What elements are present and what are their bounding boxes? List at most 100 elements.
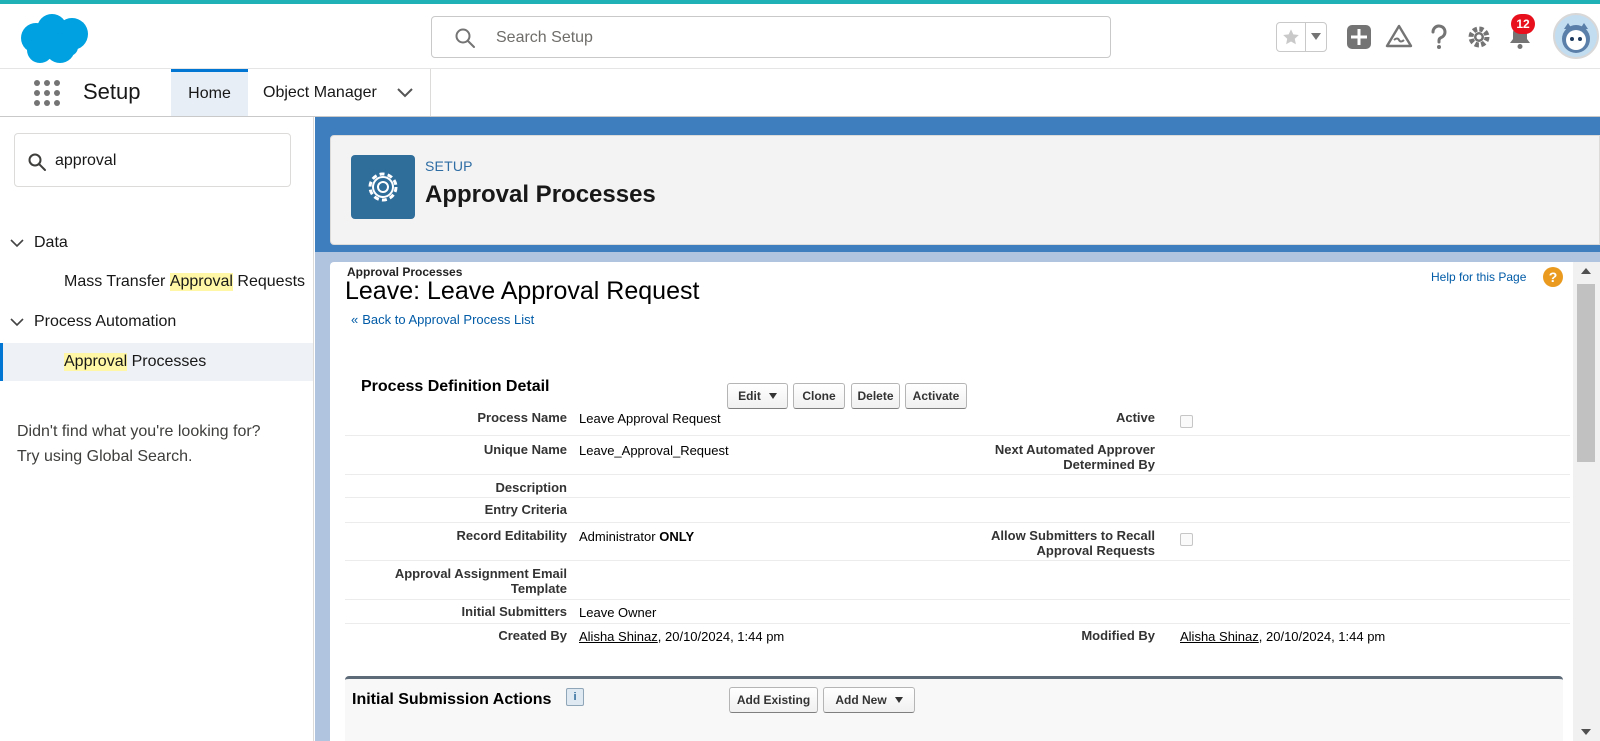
add-existing-button[interactable]: Add Existing [729,687,818,713]
user-avatar[interactable] [1553,13,1599,59]
vertical-scrollbar[interactable] [1573,262,1600,741]
back-to-list-link[interactable]: «Back to Approval Process List [351,312,534,327]
field-label: Active [1115,410,1155,425]
help-button[interactable] [1424,22,1454,52]
field-label: Entry Criteria [484,502,567,517]
scroll-thumb[interactable] [1577,284,1595,462]
field-value: Leave Approval Request [579,411,721,426]
global-header: 12 [0,4,1600,68]
page-eyebrow: SETUP [425,158,473,174]
field-value-text: Administrator [579,529,656,544]
detail-row: Description [345,475,1570,498]
sidebar-item-approval-processes[interactable]: Approval Processes [0,343,313,381]
astro-avatar-icon [1562,23,1590,53]
quick-find-input[interactable] [55,150,280,172]
field-value: Leave Owner [579,605,657,620]
global-search[interactable] [431,16,1111,58]
page-title: Approval Processes [425,181,656,208]
setup-sidebar: Data Mass Transfer Approval Requests Pro… [0,117,314,741]
back-arrow: « [351,312,359,327]
quick-find-box[interactable] [14,133,291,187]
detail-row: Entry Criteria [345,498,1570,523]
favorites-group [1276,22,1327,52]
trailhead-icon [1385,24,1413,48]
global-actions-button[interactable] [1344,22,1374,52]
field-label: Initial Submitters [461,604,567,619]
active-checkbox [1180,415,1193,431]
back-link-label: Back to Approval Process List [362,312,535,327]
favorites-star-button[interactable] [1277,23,1307,51]
detail-row: Record Editability Administrator ONLY Al… [345,523,1570,561]
trailhead-button[interactable] [1384,22,1414,52]
add-icon [1347,25,1371,49]
field-label: Allow Submitters to Recall Approval Requ… [935,528,1155,558]
field-label-line: Determined By [1063,457,1155,472]
initial-submission-actions-section: Initial Submission Actions i Add Existin… [345,676,1563,741]
record-title: Leave: Leave Approval Request [345,277,700,305]
sidebar-item-mass-transfer-approval-requests[interactable]: Mass Transfer Approval Requests [0,263,313,301]
gear-icon [1468,26,1490,48]
favorites-dropdown-button[interactable] [1306,23,1326,51]
caret-down-icon [1311,33,1322,40]
sidebar-item-label-post: Requests [232,273,306,290]
detail-content: Approval Processes Leave: Leave Approval… [330,262,1600,741]
field-label-line: Approval Assignment Email [394,566,567,581]
app-navigation-bar: Setup Home Object Manager [0,68,1600,116]
setup-gear-button[interactable] [1464,22,1494,52]
tab-home-label: Home [188,85,231,102]
global-search-input[interactable] [496,26,1056,50]
modified-by-user-link[interactable]: Alisha Shinaz [1180,629,1259,644]
star-icon [1283,29,1300,45]
modified-by-date: , 20/10/2024, 1:44 pm [1258,629,1386,644]
tree-group-data[interactable]: Data [0,225,314,261]
section-title: Process Definition Detail [361,378,550,395]
field-label: Modified By [1081,628,1155,643]
detail-row: Unique Name Leave_Approval_Request Next … [345,436,1570,475]
help-for-page-link[interactable]: Help for this Page [1431,270,1526,284]
field-value: Administrator ONLY [579,529,694,544]
field-label: Next Automated Approver Determined By [935,442,1155,472]
notification-count-badge: 12 [1511,14,1535,34]
detail-table: Process Name Leave Approval Request Acti… [345,403,1570,654]
tab-object-manager[interactable]: Object Manager [248,69,431,116]
setup-gear-tile [351,155,415,219]
detail-row: Process Name Leave Approval Request Acti… [345,403,1570,436]
tree-group-process-automation[interactable]: Process Automation [0,304,314,340]
field-label: Record Editability [456,528,567,543]
allow-recall-checkbox [1180,533,1193,549]
caret-down-icon [894,697,903,703]
salesforce-logo[interactable] [16,12,92,66]
tab-home[interactable]: Home [171,69,248,116]
field-label-line: Approval Requests [1036,543,1155,558]
search-icon [455,28,475,48]
edit-button-label: Edit [738,389,761,403]
search-highlight: Approval [64,353,128,371]
not-found-message: Didn't find what you're looking for? Try… [17,419,307,469]
tab-object-manager-label: Object Manager [263,83,377,101]
field-label-line: Template [510,581,567,596]
created-by-user-link[interactable]: Alisha Shinaz [579,629,658,644]
field-value: Alisha Shinaz, 20/10/2024, 1:44 pm [1180,629,1385,644]
field-label-line: Allow Submitters to Recall [991,528,1155,543]
field-label: Approval Assignment Email Template [347,566,567,596]
created-by-date: , 20/10/2024, 1:44 pm [657,629,785,644]
field-label: Created By [498,628,567,643]
not-found-line-1: Didn't find what you're looking for? [17,423,261,440]
field-value: Alisha Shinaz, 20/10/2024, 1:44 pm [579,629,784,644]
info-icon[interactable]: i [566,688,584,706]
scroll-down-arrow[interactable] [1581,729,1591,735]
page-header: SETUP Approval Processes [330,135,1600,245]
search-icon [28,153,46,171]
field-label: Description [495,480,567,495]
section-title: Initial Submission Actions [352,691,552,708]
detail-row: Initial Submitters Leave Owner [345,600,1570,624]
sidebar-item-label-post: Processes [127,353,207,370]
chevron-down-icon [0,225,34,261]
scroll-up-arrow[interactable] [1581,268,1591,274]
app-launcher-icon[interactable] [33,79,61,107]
question-icon [1431,24,1447,49]
chevron-down-icon[interactable] [396,86,414,100]
help-icon[interactable]: ? [1543,267,1563,287]
field-label: Unique Name [483,442,567,457]
add-new-button[interactable]: Add New [823,687,915,713]
